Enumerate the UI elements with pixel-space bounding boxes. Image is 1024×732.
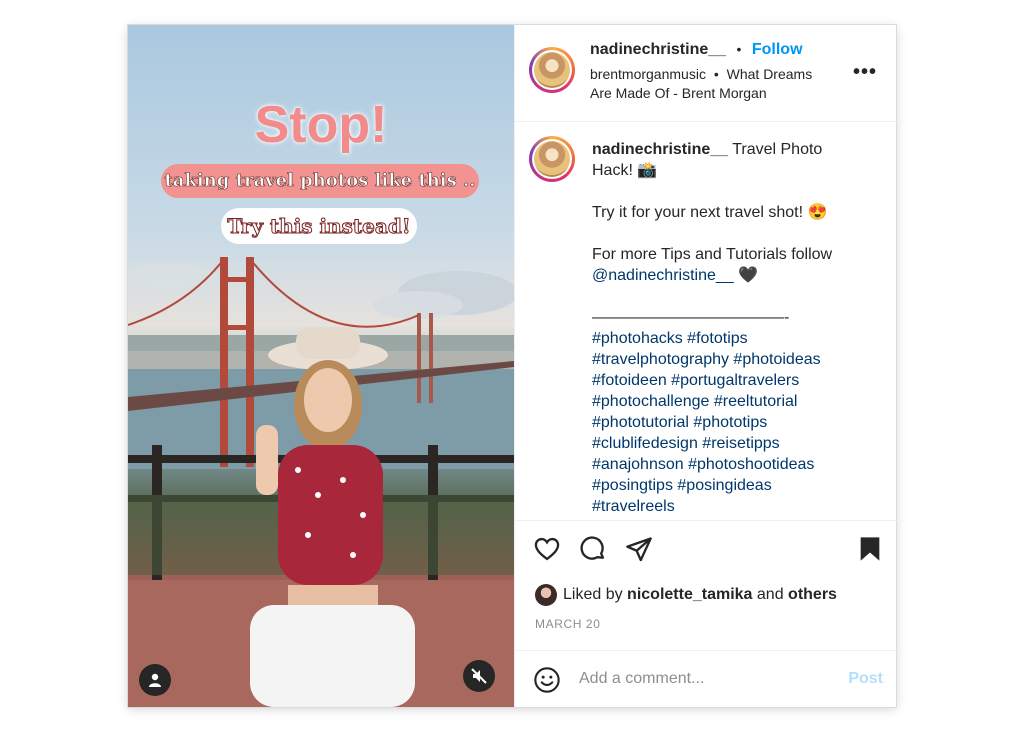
hashtag-line[interactable]: #photochallenge #reeltutorial [592, 391, 882, 412]
likes-summary: Liked by nicolette_tamika and others [535, 583, 837, 607]
author-avatar[interactable] [529, 47, 575, 93]
post-comment-button[interactable]: Post [848, 670, 883, 688]
liker-username[interactable]: nicolette_tamika [627, 586, 752, 604]
smiley-icon[interactable] [533, 666, 561, 694]
bookmark-icon[interactable] [857, 535, 883, 563]
caption-username[interactable]: nadinechristine__ [592, 141, 728, 158]
audio-info[interactable]: brentmorganmusic • What Dreams Are Made … [590, 65, 830, 103]
author-username[interactable]: nadinechristine__ [590, 41, 726, 58]
heart-icon[interactable] [533, 535, 561, 563]
caption-intro: Travel Photo [732, 141, 823, 158]
hashtag-line[interactable]: #photohacks #fototips [592, 328, 882, 349]
post-date[interactable]: MARCH 20 [535, 617, 600, 631]
person-icon [149, 673, 161, 687]
comment-bar: Add a comment... Post [515, 650, 897, 708]
hashtag-line[interactable]: #travelphotography #photoideas [592, 349, 882, 370]
audio-artist[interactable]: brentmorganmusic [590, 66, 706, 82]
post-header: nadinechristine__ • Follow brentmorganmu… [515, 25, 897, 122]
caption-mention[interactable]: @nadinechristine__ [592, 267, 734, 284]
share-icon[interactable] [625, 535, 653, 563]
post-side-panel: nadinechristine__ • Follow brentmorganmu… [514, 25, 897, 707]
hashtag-line[interactable]: #anajohnson #photoshootideas [592, 454, 882, 475]
hashtag-line[interactable]: #fotoideen #portugaltravelers [592, 370, 882, 391]
action-bar [515, 535, 897, 571]
mute-button[interactable] [463, 660, 495, 692]
hashtag-line[interactable]: #clublifedesign #reisetipps [592, 433, 882, 454]
caption-try-line: Try it for your next travel shot! 😍 [592, 204, 828, 221]
caption-text: nadinechristine__ Travel Photo Hack! 📸 T… [592, 139, 882, 517]
caption-avatar[interactable] [529, 136, 575, 182]
caption-intro-2: Hack! 📸 [592, 162, 658, 179]
follow-button[interactable]: Follow [752, 41, 803, 58]
tagged-people-button[interactable] [139, 664, 171, 696]
separator-dot: • [736, 41, 742, 57]
overlay-caption-2: Try this instead! [221, 208, 417, 244]
liker-avatar[interactable] [535, 584, 557, 606]
hashtag-line[interactable]: #phototutorial #phototips [592, 412, 882, 433]
post-media[interactable]: Stop! taking travel photos like this .. … [128, 25, 514, 707]
more-options-button[interactable]: ••• [853, 61, 877, 84]
likes-conj: and [756, 586, 784, 603]
likes-others-link[interactable]: others [788, 586, 837, 604]
likes-prefix: Liked by [563, 586, 623, 603]
comment-icon[interactable] [579, 535, 607, 563]
hashtag-line[interactable]: #travelreels [592, 496, 882, 517]
post-card: Stop! taking travel photos like this .. … [128, 25, 897, 707]
caption-divider: ————————————- [592, 309, 790, 326]
overlay-title: Stop! [254, 96, 388, 154]
caption-section: nadinechristine__ Travel Photo Hack! 📸 T… [515, 122, 897, 521]
hashtag-line[interactable]: #posingtips #posingideas [592, 475, 882, 496]
speaker-muted-icon [471, 668, 487, 684]
comment-input[interactable]: Add a comment... [579, 670, 704, 688]
audio-separator: • [713, 66, 719, 82]
overlay-caption-1: taking travel photos like this .. [161, 164, 479, 198]
caption-follow-line: For more Tips and Tutorials follow [592, 246, 833, 263]
caption-heart: 🖤 [738, 267, 759, 284]
